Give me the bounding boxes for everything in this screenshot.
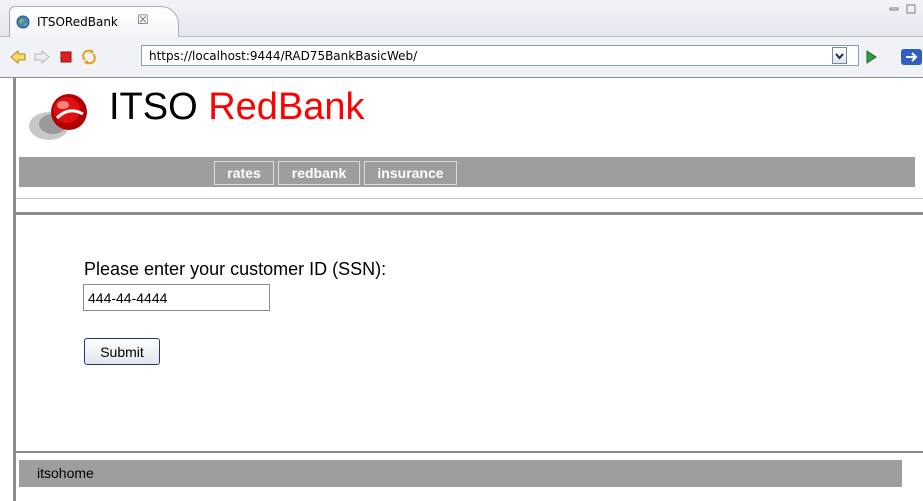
- web-page: ITSO RedBank rates redbank insurance Ple…: [0, 78, 923, 501]
- stop-icon[interactable]: [57, 48, 75, 66]
- url-dropdown-button[interactable]: [832, 47, 847, 64]
- divider: [16, 212, 923, 215]
- refresh-icon[interactable]: [80, 48, 98, 66]
- browser-tab[interactable]: ITSORedBank ☒: [9, 6, 179, 37]
- nav-item-insurance[interactable]: insurance: [364, 161, 457, 185]
- nav-item-rates[interactable]: rates: [214, 161, 274, 185]
- footer-bar: itsohome: [19, 460, 902, 487]
- page-title: ITSO RedBank: [109, 84, 365, 130]
- maximize-icon[interactable]: [906, 4, 916, 14]
- redbank-logo-icon: [29, 94, 87, 140]
- divider: [16, 198, 923, 199]
- tab-title: ITSORedBank: [37, 15, 118, 29]
- tab-strip: ITSORedBank ☒: [0, 0, 923, 37]
- divider: [16, 451, 923, 453]
- page-left-border: [13, 78, 16, 501]
- ssn-prompt-label: Please enter your customer ID (SSN):: [84, 259, 387, 279]
- close-tab-icon[interactable]: ☒: [137, 13, 149, 28]
- nav-bar: rates redbank insurance: [19, 157, 915, 187]
- url-bar[interactable]: https://localhost:9444/RAD75BankBasicWeb…: [141, 45, 859, 66]
- back-arrow-icon[interactable]: [9, 48, 27, 66]
- brand-itso: ITSO: [109, 86, 209, 128]
- forward-arrow-icon[interactable]: [33, 48, 51, 66]
- minimize-icon[interactable]: [889, 4, 899, 14]
- url-text: https://localhost:9444/RAD75BankBasicWeb…: [149, 49, 418, 63]
- ssn-input[interactable]: [83, 284, 270, 311]
- brand-redbank: RedBank: [208, 86, 365, 128]
- chevron-down-icon: [835, 53, 844, 60]
- submit-button[interactable]: Submit: [84, 338, 160, 365]
- browser-toolbar: https://localhost:9444/RAD75BankBasicWeb…: [0, 37, 923, 78]
- globe-icon: [16, 15, 30, 29]
- web-browser-icon[interactable]: [900, 48, 922, 66]
- browser-window: ITSORedBank ☒ https://localhost:9444/RAD…: [0, 0, 923, 501]
- go-icon[interactable]: [862, 48, 880, 66]
- itsohome-link[interactable]: itsohome: [37, 465, 94, 481]
- nav-item-redbank[interactable]: redbank: [278, 161, 360, 185]
